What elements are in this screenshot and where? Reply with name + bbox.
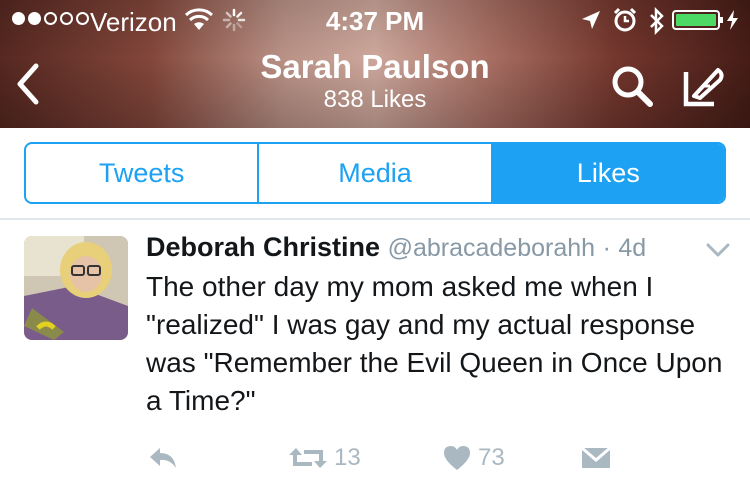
status-bar: Verizon 4:37 PM <box>0 0 750 40</box>
tweet-text: The other day my mom asked me when I "re… <box>146 271 723 416</box>
direct-message-icon <box>581 446 611 468</box>
like-count: 73 <box>478 444 505 471</box>
alarm-icon <box>613 7 637 32</box>
tweet-actions: 13 73 <box>146 440 736 476</box>
section-divider <box>0 218 750 220</box>
retweet-icon <box>289 448 327 468</box>
retweet-button[interactable]: 13 <box>288 440 361 476</box>
heart-icon <box>444 446 470 470</box>
retweet-count: 13 <box>334 444 361 471</box>
location-icon <box>582 11 600 29</box>
profile-header: Verizon 4:37 PM Sarah Paulson 838 Likes <box>0 0 750 128</box>
separator-dot: · <box>602 234 611 262</box>
like-button[interactable]: 73 <box>442 440 505 476</box>
chevron-down-icon[interactable] <box>704 238 732 262</box>
author-name[interactable]: Deborah Christine <box>146 232 380 262</box>
direct-message-button[interactable] <box>580 440 612 476</box>
profile-tabs: Tweets Media Likes <box>24 142 726 204</box>
search-icon[interactable] <box>608 62 656 110</box>
compose-icon[interactable] <box>680 62 728 110</box>
reply-icon <box>150 448 176 468</box>
avatar[interactable] <box>24 236 128 340</box>
author-handle[interactable]: @abracadeborahh <box>388 234 595 262</box>
battery-icon <box>672 10 738 30</box>
tweet-timestamp: 4d <box>618 234 647 262</box>
bluetooth-icon <box>650 6 664 36</box>
tab-tweets[interactable]: Tweets <box>26 144 257 202</box>
tab-likes[interactable]: Likes <box>490 144 724 202</box>
reply-button[interactable] <box>146 440 180 476</box>
tab-media[interactable]: Media <box>257 144 490 202</box>
tweet-header: Deborah Christine @abracadeborahh · 4d <box>146 232 646 268</box>
nav-bar: Sarah Paulson 838 Likes <box>0 40 750 128</box>
